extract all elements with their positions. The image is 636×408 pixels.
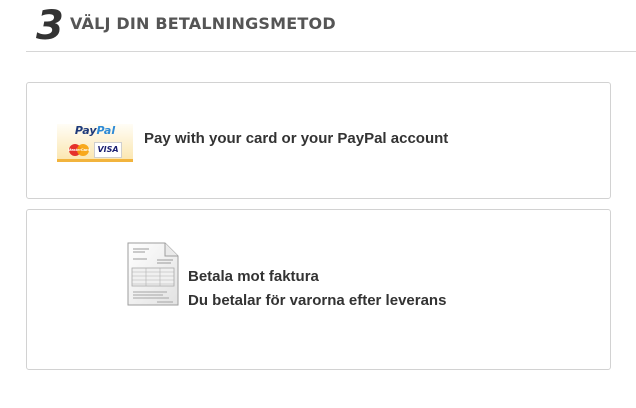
step-title: VÄLJ DIN BETALNINGSMETOD: [70, 14, 336, 33]
paypal-wordmark-pay: Pay: [74, 124, 97, 137]
payment-option-invoice[interactable]: Betala mot faktura Du betalar för varorn…: [26, 209, 611, 370]
paypal-logo: PayPal MasterCard VISA: [57, 124, 133, 162]
invoice-option-description: Du betalar för varorna efter leverans: [188, 292, 447, 309]
invoice-document-icon: [127, 242, 179, 306]
visa-icon: VISA: [94, 142, 122, 158]
paypal-wordmark-pal: Pal: [96, 124, 116, 137]
step-number: 3: [36, 3, 64, 49]
step-header: 3 VÄLJ DIN BETALNINGSMETOD: [26, 0, 636, 52]
invoice-option-title: Betala mot faktura: [188, 268, 319, 285]
mastercard-icon: MasterCard: [67, 142, 91, 158]
mastercard-text: MasterCard: [67, 147, 90, 152]
payment-option-paypal[interactable]: PayPal MasterCard VISA Pay with your car…: [26, 82, 611, 199]
paypal-option-label: Pay with your card or your PayPal accoun…: [144, 130, 449, 147]
paypal-wordmark: PayPal: [57, 124, 133, 138]
